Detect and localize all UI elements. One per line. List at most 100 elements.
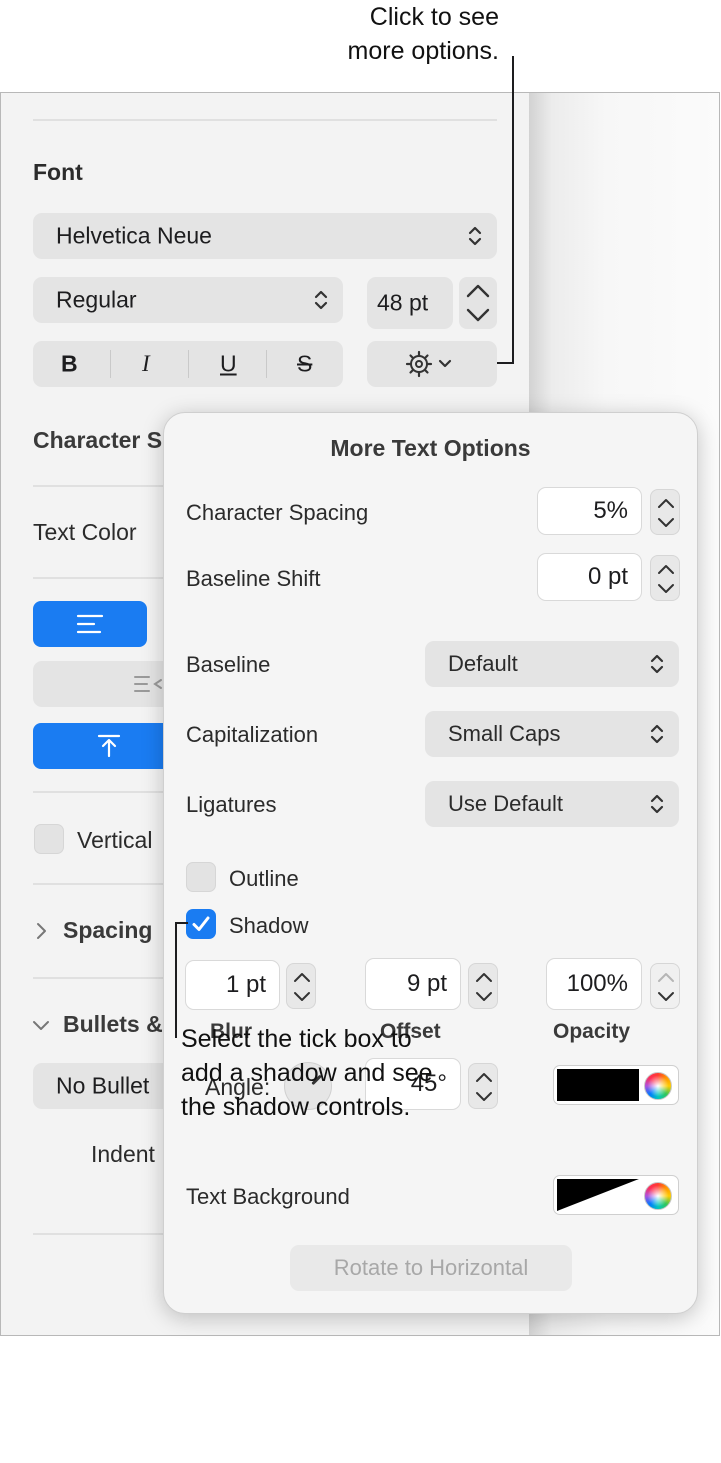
font-size-value: 48 pt [377, 289, 429, 316]
color-wheel-icon[interactable] [644, 1072, 672, 1100]
shadow-blur-value: 1 pt [225, 971, 266, 998]
strikethrough-button[interactable]: S [297, 351, 312, 378]
align-left-button[interactable] [33, 601, 147, 647]
align-top-icon [97, 734, 121, 758]
divider [33, 119, 497, 121]
baseline-popup[interactable]: Default [425, 641, 679, 687]
chevron-updown-icon [650, 794, 664, 814]
advanced-options-button[interactable] [367, 341, 497, 387]
shadow-opacity-value: 100% [566, 970, 628, 997]
callout-line: the shadow controls. [181, 1093, 411, 1121]
ligatures-popup[interactable]: Use Default [425, 781, 679, 827]
capitalization-popup[interactable]: Small Caps [425, 711, 679, 757]
checkmark-icon [192, 916, 210, 931]
shadow-blur-field[interactable]: 1 pt [185, 960, 280, 1010]
typeface-popup[interactable]: Regular [33, 277, 343, 323]
baseline-shift-field[interactable]: 0 pt [537, 553, 642, 601]
chevron-updown-icon [314, 290, 328, 310]
callout-more-options: Click to see more options. [348, 0, 499, 68]
popover-title: More Text Options [330, 435, 531, 461]
outline-checkbox[interactable] [186, 862, 216, 892]
rotate-to-horizontal-button[interactable]: Rotate to Horizontal [290, 1245, 572, 1291]
segment-divider [110, 350, 111, 378]
text-background-color-well[interactable] [553, 1175, 679, 1215]
capitalization-value: Small Caps [448, 721, 561, 746]
font-family-popup[interactable]: Helvetica Neue [33, 213, 497, 259]
baseline-shift-value: 0 pt [587, 563, 628, 590]
spacing-section-label[interactable]: Spacing [63, 917, 152, 944]
callout-leader-line [512, 56, 514, 364]
callout-line: add a shadow and see [181, 1059, 433, 1087]
shadow-offset-field[interactable]: 9 pt [365, 958, 461, 1010]
segment-divider [266, 350, 267, 378]
stepper-arrows-icon [476, 1073, 492, 1101]
chevron-updown-icon [650, 724, 664, 744]
indent-controls[interactable] [33, 661, 183, 707]
font-size-stepper[interactable] [459, 277, 497, 329]
font-family-value: Helvetica Neue [56, 222, 212, 249]
shadow-opacity-field[interactable]: 100% [546, 958, 642, 1010]
color-wheel-icon[interactable] [644, 1182, 672, 1210]
disclosure-right-icon[interactable] [35, 921, 49, 941]
baseline-label: Baseline [186, 652, 271, 677]
bullets-section-label[interactable]: Bullets & [63, 1011, 163, 1038]
bullets-popup[interactable]: No Bullet [33, 1063, 183, 1109]
callout-line: Select the tick box to [181, 1025, 412, 1053]
stepper-arrows-icon [658, 499, 674, 527]
text-background-label: Text Background [186, 1184, 350, 1209]
font-heading: Font [33, 159, 83, 185]
shadow-blur-stepper[interactable] [286, 963, 316, 1009]
shadow-offset-value: 9 pt [406, 970, 447, 997]
character-spacing-field[interactable]: 5% [537, 487, 642, 535]
ligatures-label: Ligatures [186, 792, 277, 817]
shadow-color-well[interactable] [553, 1065, 679, 1105]
outline-label: Outline [229, 866, 299, 891]
shadow-color-swatch [557, 1069, 639, 1101]
shadow-checkbox[interactable] [186, 909, 216, 939]
typeface-value: Regular [56, 286, 137, 313]
shadow-offset-stepper[interactable] [468, 963, 498, 1009]
character-styles-label: Character S [33, 427, 163, 453]
baseline-shift-label: Baseline Shift [186, 566, 321, 591]
italic-button[interactable]: I [142, 351, 150, 377]
stepper-arrows-icon [466, 284, 490, 322]
shadow-label: Shadow [229, 913, 309, 938]
shadow-opacity-label: Opacity [553, 1020, 631, 1043]
underline-button[interactable]: U [220, 351, 237, 378]
callout-leader-line [175, 922, 177, 1038]
bold-button[interactable]: B [61, 351, 78, 378]
capitalization-label: Capitalization [186, 722, 319, 747]
baseline-value: Default [448, 651, 518, 676]
indent-label: Indent [91, 1141, 155, 1167]
stepper-arrows-icon [658, 565, 674, 593]
shadow-angle-stepper[interactable] [468, 1063, 498, 1109]
callout-line: more options. [347, 37, 499, 65]
baseline-shift-stepper[interactable] [650, 555, 680, 601]
align-left-icon [76, 614, 104, 634]
font-size-field[interactable]: 48 pt [367, 277, 453, 329]
stepper-arrows-icon [294, 973, 310, 1001]
font-style-segmented: B I U S [33, 341, 343, 387]
vertical-text-checkbox[interactable] [34, 824, 64, 854]
align-top-button[interactable] [33, 723, 173, 769]
no-fill-swatch-icon [557, 1179, 639, 1211]
chevron-updown-icon [468, 226, 482, 246]
shadow-opacity-stepper[interactable] [650, 963, 680, 1009]
character-spacing-stepper[interactable] [650, 489, 680, 535]
callout-leader-line [497, 362, 514, 364]
segment-divider [188, 350, 189, 378]
ligatures-value: Use Default [448, 791, 563, 816]
character-spacing-value: 5% [593, 497, 628, 524]
callout-line: Click to see [369, 3, 499, 31]
decrease-indent-icon [134, 676, 162, 692]
disclosure-down-icon[interactable] [31, 1019, 51, 1033]
text-color-label: Text Color [33, 519, 137, 545]
gear-chevron-icon [405, 350, 452, 378]
more-text-options-popover: More Text Options Character Spacing 5% B… [163, 412, 698, 1314]
stepper-arrows-icon [658, 973, 674, 1001]
bullets-value: No Bullet [56, 1072, 150, 1099]
character-spacing-label: Character Spacing [186, 500, 369, 525]
chevron-updown-icon [650, 654, 664, 674]
callout-shadow: Select the tick box to add a shadow and … [181, 1022, 433, 1124]
vertical-text-label: Vertical [77, 827, 153, 853]
